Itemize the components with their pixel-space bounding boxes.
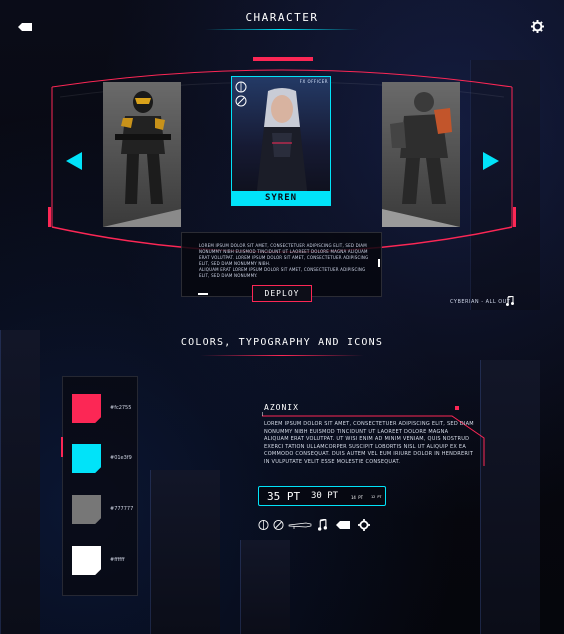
back-arrow-icon [336, 521, 350, 529]
scroll-indicator [378, 259, 380, 267]
character-card-left[interactable] [103, 82, 181, 227]
deploy-button[interactable]: DEPLOY [252, 285, 312, 302]
compass-icon [235, 95, 247, 107]
gear-icon [358, 519, 370, 531]
character-rank: FX OFFICER [299, 79, 328, 84]
weapon-icon [288, 522, 312, 529]
music-track-label: CYBERIAN - ALL OUT [450, 299, 511, 305]
music-note-icon[interactable] [506, 296, 514, 306]
color-swatch-red [72, 394, 101, 423]
building [240, 540, 290, 634]
font-sample-text: LOREM IPSUM DOLOR SIT AMET, CONSECTETUER… [264, 421, 474, 465]
building [0, 330, 40, 634]
building [480, 360, 540, 634]
description-paragraph: LOREM IPSUM DOLOR SIT AMET, CONSECTETUER… [199, 243, 369, 266]
crosshair-icon [258, 519, 269, 531]
music-note-icon [318, 519, 327, 531]
character-card-right[interactable] [382, 82, 460, 227]
title-underline [205, 29, 359, 30]
mech-soldier-figure [390, 92, 452, 204]
description-paragraph: ALIQUAM ERAT LOREM IPSUM DOLOR SIT AMET,… [199, 267, 366, 278]
gear-icon[interactable] [531, 20, 544, 33]
font-size-panel: 35 PT 30 PT 14 PT 12 PT [258, 486, 386, 506]
style-guide-title: COLORS, TYPOGRAPHY AND ICONS [180, 337, 384, 348]
previous-character-arrow-icon[interactable] [66, 152, 82, 170]
color-label: #777777 [110, 506, 134, 512]
color-swatch-cyan [72, 444, 101, 473]
color-swatch-gray [72, 495, 101, 524]
style-guide-underline [200, 355, 364, 356]
character-portrait [256, 88, 308, 199]
color-label: #fc2755 [110, 405, 132, 411]
font-size-14: 14 PT [351, 495, 364, 500]
font-size-35: 35 PT [267, 490, 301, 503]
page-title: CHARACTER [245, 11, 319, 24]
soldier-figure [115, 91, 171, 204]
scroll-indicator [198, 293, 208, 295]
back-arrow-icon[interactable] [18, 23, 32, 31]
character-card-selected[interactable] [231, 76, 331, 205]
font-size-12: 12 PT [371, 495, 382, 499]
building [150, 470, 220, 634]
next-character-arrow-icon[interactable] [483, 152, 499, 170]
crosshair-icon [235, 81, 247, 93]
font-size-30: 30 PT [311, 491, 339, 501]
color-label: #ffffff [110, 557, 125, 563]
compass-icon [273, 519, 284, 531]
color-swatch-white [72, 546, 101, 575]
color-label: #01e3f9 [110, 455, 132, 461]
font-name: AZONIX [264, 403, 299, 412]
character-name: SYREN [231, 191, 331, 206]
